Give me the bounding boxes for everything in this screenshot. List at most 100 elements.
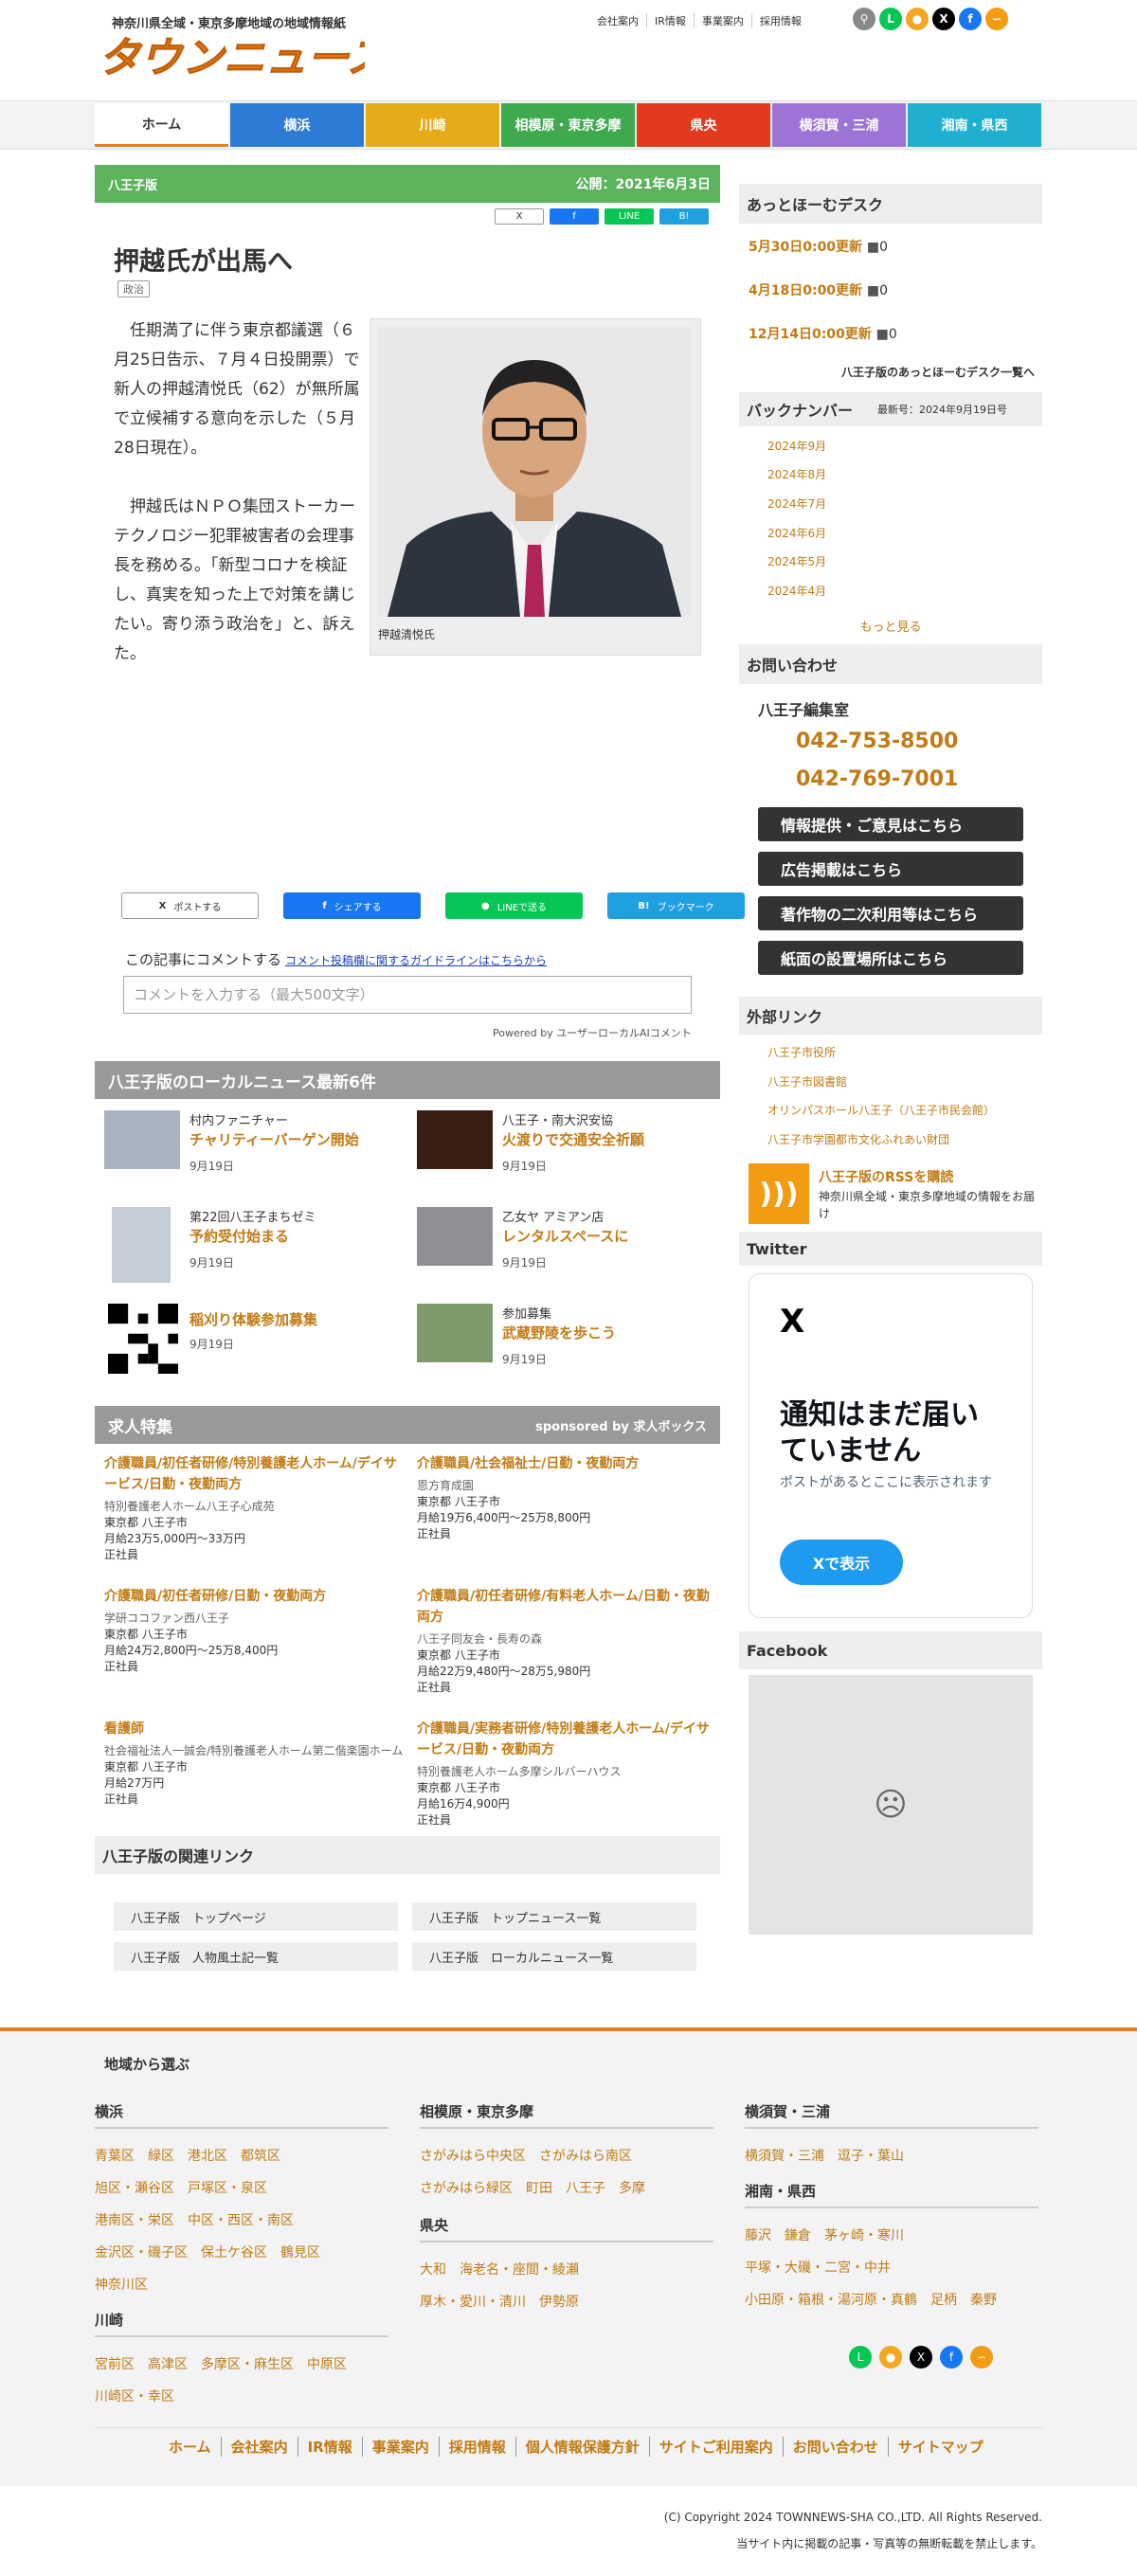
footer-region-link[interactable]: さがみはら緑区 町田 八王子 多摩 — [420, 2172, 713, 2205]
backnumber-link[interactable]: 2024年8月 — [767, 466, 826, 482]
job-title[interactable]: 介護職員/実務者研修/特別養護老人ホーム/デイサービス/日勤・夜勤両方 — [417, 1719, 720, 1760]
footer-link[interactable]: 会社案内 — [220, 2437, 298, 2457]
view-on-x-button[interactable]: Xで表示 — [780, 1540, 903, 1585]
job-title[interactable]: 介護職員/社会福祉士/日勤・夜勤両方 — [417, 1453, 720, 1474]
job-title[interactable]: 介護職員/初任者研修/有料老人ホーム/日勤・夜勤両方 — [417, 1586, 720, 1628]
footer-region-link[interactable]: 川崎区・幸区 — [95, 2381, 388, 2413]
line-icon[interactable]: L — [849, 2346, 872, 2369]
backnumber-link[interactable]: 2024年4月 — [767, 583, 826, 599]
search-icon[interactable]: ⚲ — [853, 8, 875, 30]
footer-region-link[interactable]: 藤沢 鎌倉 茅ヶ崎・寒川 — [745, 2220, 1038, 2252]
news-title[interactable]: 予約受付始まる — [190, 1226, 289, 1246]
footer-region-link[interactable]: さがみはら中央区 さがみはら南区 — [420, 2140, 713, 2172]
local-news-item[interactable]: 乙女ヤ アミアン店 レンタルスペースに 9月19日 — [407, 1199, 711, 1285]
share-hatena-button[interactable]: B! ブックマーク — [607, 892, 745, 919]
footer-link[interactable]: 採用情報 — [438, 2437, 515, 2457]
footer-link[interactable]: サイトご利用案内 — [648, 2437, 783, 2457]
rss-icon[interactable]: ))) — [749, 1163, 809, 1224]
footer-region-link[interactable]: 金沢区・磯子区 保土ケ谷区 鶴見区 — [95, 2237, 388, 2269]
share-x-button[interactable]: X ポストする — [121, 892, 259, 919]
related-link[interactable]: 八王子版 ローカルニュース一覧 — [412, 1942, 696, 1971]
rss-icon[interactable]: ∽ — [970, 2346, 993, 2369]
genre-tag[interactable]: 政治 — [117, 280, 150, 297]
desk-item[interactable]: 12月14日0:00更新 ■0 — [749, 324, 897, 343]
external-link[interactable]: 八王子市役所 — [767, 1044, 836, 1060]
footer-region-link[interactable]: 横須賀・三浦 逗子・葉山 — [745, 2140, 1038, 2172]
share-facebook-button[interactable]: f シェアする — [283, 892, 421, 919]
nav-sagamihara[interactable]: 相模原・東京多摩 — [501, 103, 635, 147]
job-title[interactable]: 介護職員/初任者研修/特別養護老人ホーム/デイサービス/日勤・夜勤両方 — [104, 1453, 407, 1495]
share-line-small[interactable]: LINE — [605, 208, 654, 225]
news-title[interactable]: 火渡りで交通安全祈願 — [502, 1129, 644, 1149]
header-link-ir[interactable]: IR情報 — [646, 13, 694, 28]
footer-link[interactable]: IR情報 — [297, 2437, 362, 2457]
nav-home[interactable]: ホーム — [95, 103, 228, 147]
footer-link[interactable]: サイトマップ — [887, 2437, 993, 2457]
share-hatena-small[interactable]: B! — [659, 208, 709, 225]
job-title[interactable]: 介護職員/初任者研修/日勤・夜勤両方 — [104, 1586, 407, 1607]
external-link[interactable]: 八王子市図書館 — [767, 1073, 847, 1090]
info-submit-button[interactable]: 情報提供・ご意見はこちら — [758, 807, 1023, 841]
desk-item[interactable]: 4月18日0:00更新 ■0 — [749, 280, 888, 299]
news-title[interactable]: 武蔵野陵を歩こう — [502, 1323, 616, 1342]
job-item[interactable]: 介護職員/初任者研修/特別養護老人ホーム/デイサービス/日勤・夜勤両方 特別養護… — [104, 1453, 407, 1563]
footer-region-link[interactable]: 大和 海老名・座間・綾瀬 — [420, 2254, 713, 2286]
facebook-icon[interactable]: f — [959, 8, 982, 30]
external-link[interactable]: 八王子市学園都市文化ふれあい財団 — [767, 1131, 949, 1147]
local-news-item[interactable]: 稲刈り体験参加募集 9月19日 — [95, 1296, 398, 1381]
nav-kawasaki[interactable]: 川崎 — [366, 103, 499, 147]
news-title[interactable]: チャリティーバーゲン開始 — [190, 1129, 359, 1149]
desk-more-link[interactable]: 八王子版のあっとほーむデスク一覧へ — [841, 364, 1035, 380]
footer-region-link[interactable]: 小田原・箱根・湯河原・真鶴 足柄 秦野 — [745, 2284, 1038, 2316]
footer-region-link[interactable]: 平塚・大磯・二宮・中井 — [745, 2252, 1038, 2284]
phone-number[interactable]: 042-753-8500 — [796, 730, 958, 753]
facebook-icon[interactable]: f — [940, 2346, 963, 2369]
job-item[interactable]: 介護職員/初任者研修/日勤・夜勤両方 学研ココファン西八王子 東京都 八王子市 … — [104, 1586, 407, 1675]
related-link[interactable]: 八王子版 人物風土記一覧 — [114, 1942, 398, 1971]
x-icon[interactable]: X — [910, 2346, 932, 2369]
chat-icon[interactable]: ● — [879, 2346, 902, 2369]
copyright-button[interactable]: 著作物の二次利用等はこちら — [758, 896, 1023, 930]
job-item[interactable]: 看護師 社会福祉法人一誠会/特別養護老人ホーム第二偕楽園ホーム 東京都 八王子市… — [104, 1719, 407, 1808]
news-title[interactable]: 稲刈り体験参加募集 — [190, 1309, 317, 1329]
local-news-item[interactable]: 参加募集 武蔵野陵を歩こう 9月19日 — [407, 1296, 711, 1381]
nav-shonan[interactable]: 湘南・県西 — [908, 103, 1041, 147]
footer-region-link[interactable]: 旭区・瀬谷区 戸塚区・泉区 — [95, 2172, 388, 2205]
line-icon[interactable]: L — [879, 8, 902, 30]
edition-name[interactable]: 八王子版 — [108, 175, 157, 193]
footer-region-link[interactable]: 厚木・愛川・清川 伊勢原 — [420, 2286, 713, 2318]
site-logo[interactable]: タウンニュース — [95, 30, 366, 81]
fax-number[interactable]: 042-769-7001 — [796, 767, 958, 791]
news-title[interactable]: レンタルスペースに — [502, 1226, 628, 1246]
portrait-image[interactable] — [378, 327, 691, 617]
more-link[interactable]: もっと見る — [739, 617, 1042, 635]
footer-region-link[interactable]: 港南区・栄区 中区・西区・南区 — [95, 2205, 388, 2237]
footer-region-link[interactable]: 神奈川区 — [95, 2269, 388, 2301]
local-news-item[interactable]: 村内ファニチャー チャリティーバーゲン開始 9月19日 — [95, 1103, 398, 1188]
nav-yokohama[interactable]: 横浜 — [230, 103, 364, 147]
job-item[interactable]: 介護職員/実務者研修/特別養護老人ホーム/デイサービス/日勤・夜勤両方 特別養護… — [417, 1719, 720, 1828]
related-link[interactable]: 八王子版 トップニュース一覧 — [412, 1902, 696, 1931]
job-title[interactable]: 看護師 — [104, 1719, 407, 1739]
local-news-item[interactable]: 第22回八王子まちゼミ 予約受付始まる 9月19日 — [95, 1199, 398, 1285]
footer-region-link[interactable]: 宮前区 高津区 多摩区・麻生区 中原区 — [95, 2349, 388, 2381]
desk-item[interactable]: 5月30日0:00更新 ■0 — [749, 237, 888, 256]
job-item[interactable]: 介護職員/初任者研修/有料老人ホーム/日勤・夜勤両方 八王子同友会・長寿の森 東… — [417, 1586, 720, 1696]
nav-yokosuka[interactable]: 横須賀・三浦 — [772, 103, 906, 147]
backnumber-link[interactable]: 2024年6月 — [767, 525, 826, 541]
ad-button[interactable]: 広告掲載はこちら — [758, 852, 1023, 886]
comment-input[interactable]: コメントを入力する（最大500文字） — [123, 976, 692, 1014]
related-link[interactable]: 八王子版 トップページ — [114, 1902, 398, 1931]
footer-region-link[interactable]: 青葉区 緑区 港北区 都筑区 — [95, 2140, 388, 2172]
footer-link[interactable]: ホーム — [159, 2437, 221, 2457]
backnumber-link[interactable]: 2024年5月 — [767, 553, 826, 569]
comment-guideline-link[interactable]: コメント投稿欄に関するガイドラインはこちらから — [285, 954, 547, 967]
header-link-company[interactable]: 会社案内 — [589, 13, 646, 28]
backnumber-link[interactable]: 2024年7月 — [767, 495, 826, 512]
distribution-button[interactable]: 紙面の設置場所はこちら — [758, 941, 1023, 975]
header-link-business[interactable]: 事業案内 — [693, 13, 751, 28]
chat-icon[interactable]: ● — [906, 8, 929, 30]
backnumber-link[interactable]: 2024年9月 — [767, 438, 826, 454]
local-news-item[interactable]: 八王子・南大沢安協 火渡りで交通安全祈願 9月19日 — [407, 1103, 711, 1188]
job-item[interactable]: 介護職員/社会福祉士/日勤・夜勤両方 恩方育成園 東京都 八王子市 月給19万6… — [417, 1453, 720, 1542]
